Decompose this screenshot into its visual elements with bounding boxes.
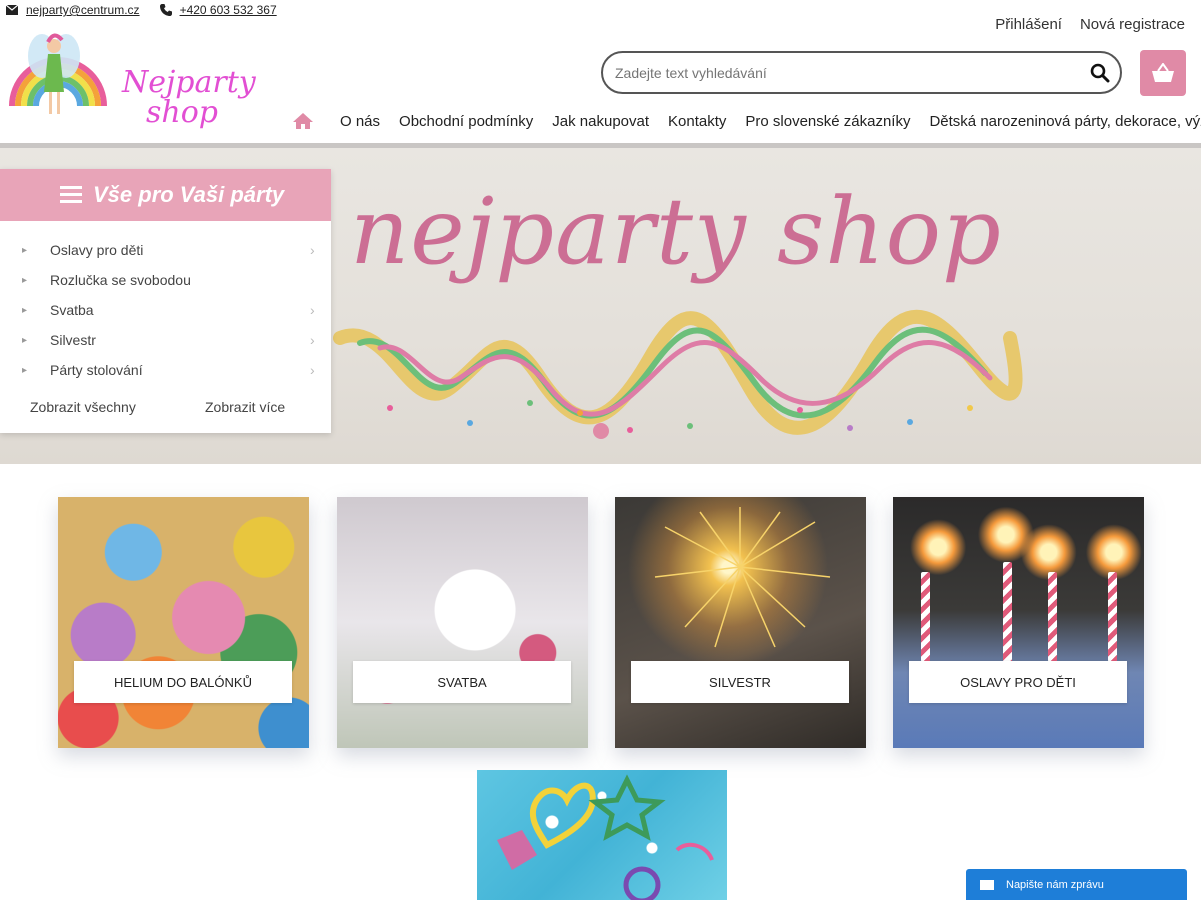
category-item-wedding[interactable]: ▸ Svatba › xyxy=(0,295,331,325)
nav-home-button[interactable] xyxy=(292,112,314,130)
search-input[interactable] xyxy=(613,63,1080,82)
phone-icon xyxy=(159,4,174,16)
category-item-label: Rozlučka se svobodou xyxy=(50,272,191,288)
main-nav: O nás Obchodní podmínky Jak nakupovat Ko… xyxy=(292,112,1201,130)
envelope-icon xyxy=(980,879,994,890)
bullet-icon: ▸ xyxy=(22,244,28,256)
candle-image xyxy=(1003,562,1012,662)
nav-item-terms[interactable]: Obchodní podmínky xyxy=(399,113,533,130)
category-item-tableware[interactable]: ▸ Párty stolování › xyxy=(0,355,331,385)
account-links: Přihlášení Nová registrace xyxy=(995,16,1185,33)
category-menu: Vše pro Vaši párty ▸ Oslavy pro děti › ▸… xyxy=(0,169,331,433)
streamer-image xyxy=(333,309,1023,435)
nav-item-contacts[interactable]: Kontakty xyxy=(668,113,726,130)
category-tile-label: Svatba xyxy=(353,661,571,703)
contact-email-link[interactable]: nejparty@centrum.cz xyxy=(26,3,140,17)
nav-item-how-to-buy[interactable]: Jak nakupovat xyxy=(552,113,649,130)
register-link[interactable]: Nová registrace xyxy=(1080,16,1185,33)
candle-image xyxy=(1048,572,1057,662)
category-menu-title: Vše pro Vaši párty xyxy=(93,182,285,207)
category-item-label: Silvestr xyxy=(50,332,96,348)
contact-phone-link[interactable]: +420 603 532 367 xyxy=(180,3,277,17)
category-tile-label: Oslavy pro děti xyxy=(909,661,1127,703)
chat-widget-button[interactable]: Napište nám zprávu xyxy=(966,869,1187,900)
chevron-right-icon: › xyxy=(310,362,315,378)
search-bar xyxy=(601,51,1122,94)
hamburger-icon xyxy=(60,186,82,207)
home-icon xyxy=(293,113,313,129)
logo-text: Nejparty shop xyxy=(122,65,256,130)
bullet-icon: ▸ xyxy=(22,334,28,346)
nav-item-kids-party[interactable]: Dětská narozeninová párty, dekorace, výz… xyxy=(929,113,1201,130)
candle-image xyxy=(921,572,930,662)
category-tile-helium[interactable]: Helium do balónků xyxy=(58,497,309,748)
hero-title: nejparty shop xyxy=(350,178,1002,285)
hero-slide-indicator[interactable] xyxy=(593,423,609,439)
login-link[interactable]: Přihlášení xyxy=(995,16,1062,33)
category-tile-birthday[interactable] xyxy=(477,770,727,900)
cart-button[interactable] xyxy=(1140,50,1186,96)
site-logo[interactable]: Nejparty shop xyxy=(4,26,256,128)
bullet-icon: ▸ xyxy=(22,304,28,316)
category-tile-new-year[interactable]: Silvestr xyxy=(615,497,866,748)
category-item-bachelor[interactable]: ▸ Rozlučka se svobodou xyxy=(0,265,331,295)
category-tile-label: Helium do balónků xyxy=(74,661,292,703)
chevron-right-icon: › xyxy=(310,302,315,318)
chat-widget-label: Napište nám zprávu xyxy=(1006,878,1104,891)
bullet-icon: ▸ xyxy=(22,274,28,286)
category-item-label: Svatba xyxy=(50,302,94,318)
show-more-link[interactable]: Zobrazit více xyxy=(205,399,285,415)
logo-line-1: Nejparty xyxy=(122,65,256,100)
fairy-logo-icon xyxy=(9,33,107,114)
category-item-label: Párty stolování xyxy=(50,362,143,378)
category-tile-kids[interactable]: Oslavy pro děti xyxy=(893,497,1144,748)
sparkler-image xyxy=(654,507,831,648)
nav-item-about[interactable]: O nás xyxy=(340,113,380,130)
category-menu-header[interactable]: Vše pro Vaši párty xyxy=(0,169,331,221)
category-list: ▸ Oslavy pro děti › ▸ Rozlučka se svobod… xyxy=(0,221,331,385)
envelope-icon xyxy=(6,4,20,16)
logo-line-2: shop xyxy=(146,95,218,130)
category-item-label: Oslavy pro děti xyxy=(50,242,144,258)
chevron-right-icon: › xyxy=(310,242,315,258)
show-all-link[interactable]: Zobrazit všechny xyxy=(30,399,136,415)
birthday-graphic xyxy=(497,774,714,900)
category-tile-wedding[interactable]: Svatba xyxy=(337,497,588,748)
contact-bar: nejparty@centrum.cz +420 603 532 367 xyxy=(6,3,277,17)
nav-item-slovak-customers[interactable]: Pro slovenské zákazníky xyxy=(745,113,910,130)
category-item-kids[interactable]: ▸ Oslavy pro děti › xyxy=(0,235,331,265)
basket-icon xyxy=(1152,63,1174,82)
chevron-right-icon: › xyxy=(310,332,315,348)
bullet-icon: ▸ xyxy=(22,364,28,376)
search-button[interactable] xyxy=(1080,54,1120,92)
category-tile-label: Silvestr xyxy=(631,661,849,703)
category-item-new-year[interactable]: ▸ Silvestr › xyxy=(0,325,331,355)
candle-image xyxy=(1108,572,1117,662)
search-icon xyxy=(1090,63,1110,82)
